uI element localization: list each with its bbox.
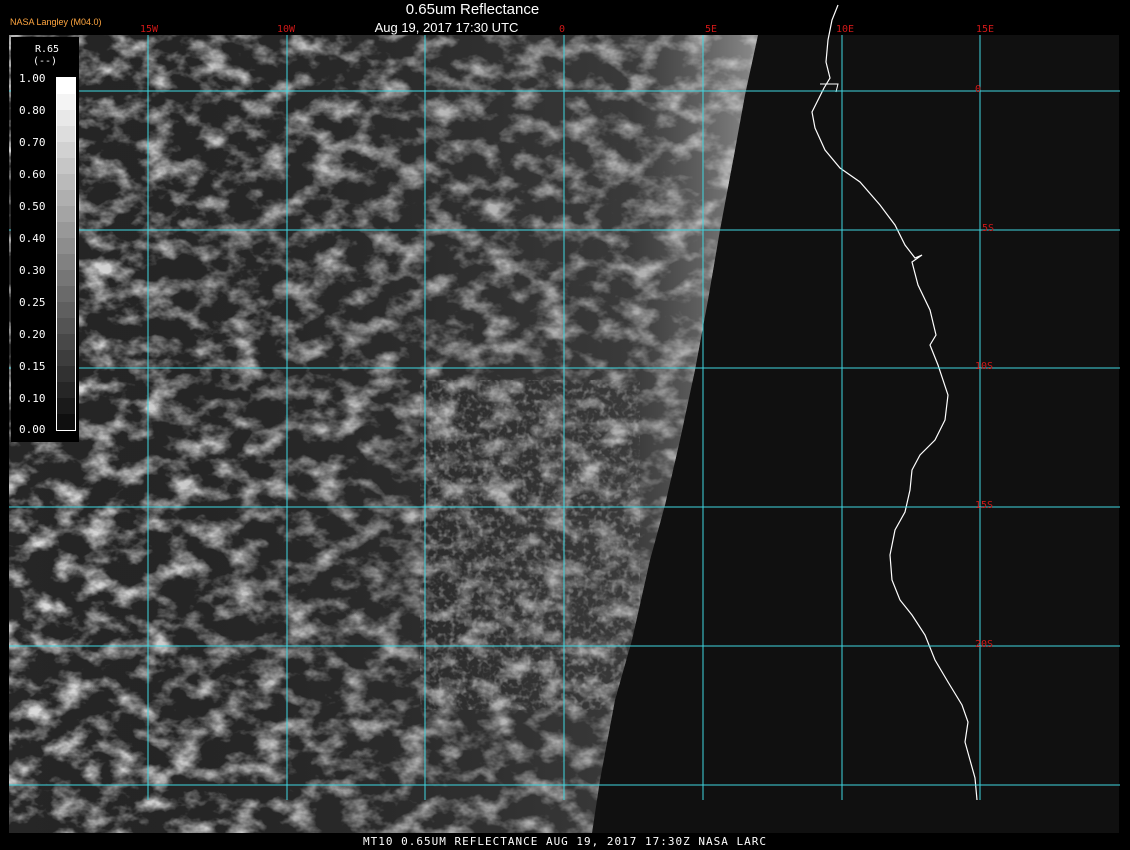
lat-label: 10S	[975, 361, 994, 372]
colorbar-segment	[57, 238, 75, 254]
legend-variable: R.65	[35, 44, 60, 55]
colorbar-segment	[57, 286, 75, 302]
colorbar-segment	[57, 142, 75, 158]
legend-tick: 0.00	[19, 423, 46, 436]
colorbar-segment	[57, 414, 75, 430]
lon-label: 10W	[277, 24, 296, 35]
footer-caption: MT10 0.65UM REFLECTANCE AUG 19, 2017 17:…	[363, 835, 767, 848]
color-legend: R.65 (--) 1.00 0.80 0.70 0.60 0.50 0.40 …	[11, 37, 79, 442]
colorbar-segment	[57, 382, 75, 398]
map-title: 0.65um Reflectance	[405, 1, 540, 18]
colorbar-segment	[57, 174, 75, 190]
legend-tick: 0.30	[19, 264, 46, 277]
lon-label: 5E	[705, 24, 718, 35]
lat-label: 5S	[982, 223, 995, 234]
legend-tick: 1.00	[19, 72, 46, 85]
colorbar-segment	[57, 126, 75, 142]
colorbar-segment	[57, 94, 75, 110]
colorbar-segment	[57, 270, 75, 286]
brand-label: NASA Langley (M04.0)	[10, 17, 102, 27]
lat-label: 0	[975, 84, 982, 95]
colorbar-segment	[57, 398, 75, 414]
legend-tick: 0.80	[19, 104, 46, 117]
lat-label: 20S	[975, 639, 994, 650]
colorbar-segment	[57, 206, 75, 222]
colorbar-segment	[57, 318, 75, 334]
satellite-map	[9, 4, 1120, 833]
colorbar-segment	[57, 158, 75, 174]
lat-label: 15S	[975, 500, 994, 511]
grayscale-colorbar	[56, 77, 76, 431]
map-timestamp: Aug 19, 2017 17:30 UTC	[374, 20, 519, 35]
colorbar-segment	[57, 222, 75, 238]
colorbar-segment	[57, 350, 75, 366]
lon-label: 0	[559, 24, 566, 35]
legend-tick: 0.20	[19, 328, 46, 341]
legend-tick: 0.25	[19, 296, 46, 309]
legend-unit: (--)	[33, 56, 58, 67]
legend-tick: 0.10	[19, 392, 46, 405]
legend-tick: 0.50	[19, 200, 46, 213]
lon-label: 15W	[140, 24, 159, 35]
legend-tick: 0.15	[19, 360, 46, 373]
colorbar-segment	[57, 254, 75, 270]
colorbar-segment	[57, 110, 75, 126]
colorbar-segment	[57, 190, 75, 206]
colorbar-segment	[57, 78, 75, 94]
lon-label: 15E	[976, 24, 995, 35]
colorbar-segment	[57, 366, 75, 382]
colorbar-segment	[57, 302, 75, 318]
colorbar-segment	[57, 334, 75, 350]
legend-tick: 0.40	[19, 232, 46, 245]
lon-label: 10E	[836, 24, 855, 35]
legend-tick: 0.70	[19, 136, 46, 149]
legend-tick: 0.60	[19, 168, 46, 181]
